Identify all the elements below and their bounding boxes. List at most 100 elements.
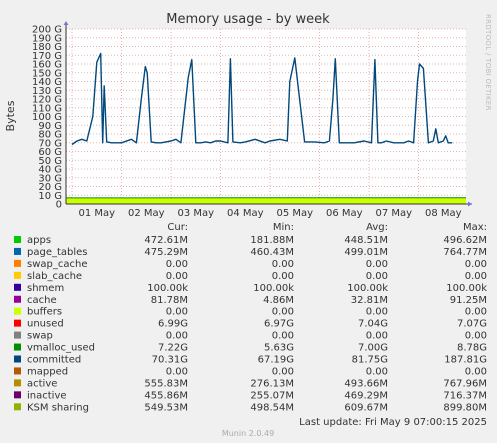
legend-swatch [14, 307, 21, 315]
legend-label: vmalloc_used [27, 343, 95, 354]
munin-version: Munin 2.0.49 [222, 429, 274, 438]
legend-label: mapped [27, 366, 68, 377]
x-tick-labels: 01 May 02 May 03 May 04 May 05 May 06 May 07 M… [78, 208, 461, 219]
legend-value-avg: 0.00 [366, 271, 388, 282]
legend-swatch [14, 295, 21, 303]
legend-label: slab_cache [27, 271, 82, 282]
legend-value-avg: 7.04G [358, 319, 388, 330]
chart-title: Memory usage - by week [166, 12, 330, 27]
legend-value-max: 899.80M [443, 402, 487, 413]
column-header-min: Min: [273, 222, 294, 233]
last-update: Last update: Fri May 9 07:00:15 2025 [299, 417, 487, 428]
legend-value-cur: 100.00k [147, 283, 188, 294]
legend-value-min: 0.00 [272, 331, 294, 342]
legend-value-avg: 0.00 [366, 331, 388, 342]
x-tick-label: 08 May [425, 208, 462, 219]
x-tick-label: 03 May [177, 208, 214, 219]
legend-label: apps [27, 235, 51, 246]
legend-swatch [14, 367, 21, 375]
legend-label: shmem [27, 283, 64, 294]
legend-value-cur: 455.86M [144, 390, 188, 401]
legend-value-cur: 0.00 [166, 259, 188, 270]
legend-value-min: 0.00 [272, 271, 294, 282]
legend-value-min: 460.43M [250, 247, 294, 258]
column-header-avg: Avg: [366, 222, 388, 233]
legend-value-min: 181.88M [250, 235, 294, 246]
legend-value-avg: 448.51M [344, 235, 388, 246]
memory-usage-chart: Memory usage - by week Bytes RRDTOOL / T… [4, 12, 492, 438]
legend-swatch [14, 355, 21, 363]
legend-value-cur: 0.00 [166, 331, 188, 342]
legend-swatch [14, 247, 21, 255]
legend-value-max: 716.37M [443, 390, 487, 401]
legend-value-cur: 7.22G [158, 343, 188, 354]
y-tick-labels: 010 G20 G30 G40 G50 G60 G70 G80 G90 G100… [32, 25, 62, 211]
x-tick-label: 05 May [276, 208, 313, 219]
legend-value-cur: 0.00 [166, 271, 188, 282]
legend-label: active [27, 378, 57, 389]
legend-value-cur: 81.78M [151, 295, 188, 306]
legend-value-cur: 472.61M [144, 235, 188, 246]
legend-value-min: 0.00 [272, 259, 294, 270]
legend-value-avg: 0.00 [366, 259, 388, 270]
legend-value-avg: 0.00 [366, 307, 388, 318]
legend-value-cur: 555.83M [144, 378, 188, 389]
y-axis-arrow [63, 21, 69, 25]
legend-label: page_tables [27, 247, 88, 258]
legend-swatch [14, 283, 21, 291]
legend-label: KSM sharing [27, 402, 89, 413]
legend-swatch [14, 331, 21, 339]
legend-value-max: 8.78G [457, 343, 487, 354]
legend-value-cur: 475.29M [144, 247, 188, 258]
y-axis-label: Bytes [4, 100, 17, 131]
legend-label: committed [27, 355, 81, 366]
legend-value-max: 0.00 [465, 307, 487, 318]
legend-value-min: 100.00k [253, 283, 294, 294]
legend-value-max: 0.00 [465, 331, 487, 342]
legend-value-max: 7.07G [457, 319, 487, 330]
legend-value-max: 0.00 [465, 366, 487, 377]
rrdtool-credit: RRDTOOL / TOBI OETIKER [484, 14, 492, 111]
y-tick-label: 200 G [32, 25, 62, 36]
legend-value-avg: 81.75G [352, 355, 388, 366]
legend-swatch [14, 391, 21, 399]
legend-value-avg: 7.00G [358, 343, 388, 354]
legend-value-cur: 0.00 [166, 366, 188, 377]
legend-value-max: 0.00 [465, 271, 487, 282]
x-tick-label: 01 May [78, 208, 115, 219]
legend-swatch [14, 403, 21, 411]
legend-value-avg: 609.67M [344, 402, 388, 413]
x-tick-label: 06 May [326, 208, 363, 219]
legend-value-min: 4.86M [263, 295, 294, 306]
legend-swatch [14, 271, 21, 279]
legend-swatch [14, 343, 21, 351]
series-unused-area [66, 197, 466, 204]
legend-value-avg: 499.01M [344, 247, 388, 258]
legend-value-cur: 0.00 [166, 307, 188, 318]
legend-value-min: 6.97G [264, 319, 294, 330]
legend-value-cur: 549.53M [144, 402, 188, 413]
legend-swatch [14, 236, 21, 243]
legend-value-avg: 0.00 [366, 366, 388, 377]
legend-value-max: 187.81G [444, 355, 487, 366]
legend-value-min: 5.63G [264, 343, 294, 354]
legend-label: swap [27, 331, 53, 342]
legend-swatch [14, 379, 21, 387]
legend-value-min: 498.54M [250, 402, 294, 413]
legend-value-avg: 469.29M [344, 390, 388, 401]
legend-value-avg: 100.00k [347, 283, 388, 294]
x-tick-label: 02 May [128, 208, 165, 219]
legend-value-cur: 70.31G [152, 355, 188, 366]
legend-label: unused [27, 319, 64, 330]
legend-label: buffers [27, 307, 62, 318]
legend-label: cache [27, 295, 57, 306]
legend-value-min: 276.13M [250, 378, 294, 389]
x-axis-arrow [468, 201, 472, 207]
legend-value-min: 67.19G [258, 355, 294, 366]
legend-value-avg: 32.81M [351, 295, 388, 306]
x-tick-label: 04 May [227, 208, 264, 219]
x-tick-label: 07 May [375, 208, 412, 219]
column-header-max: Max: [463, 222, 487, 233]
legend-value-max: 0.00 [465, 259, 487, 270]
legend-value-min: 255.07M [250, 390, 294, 401]
